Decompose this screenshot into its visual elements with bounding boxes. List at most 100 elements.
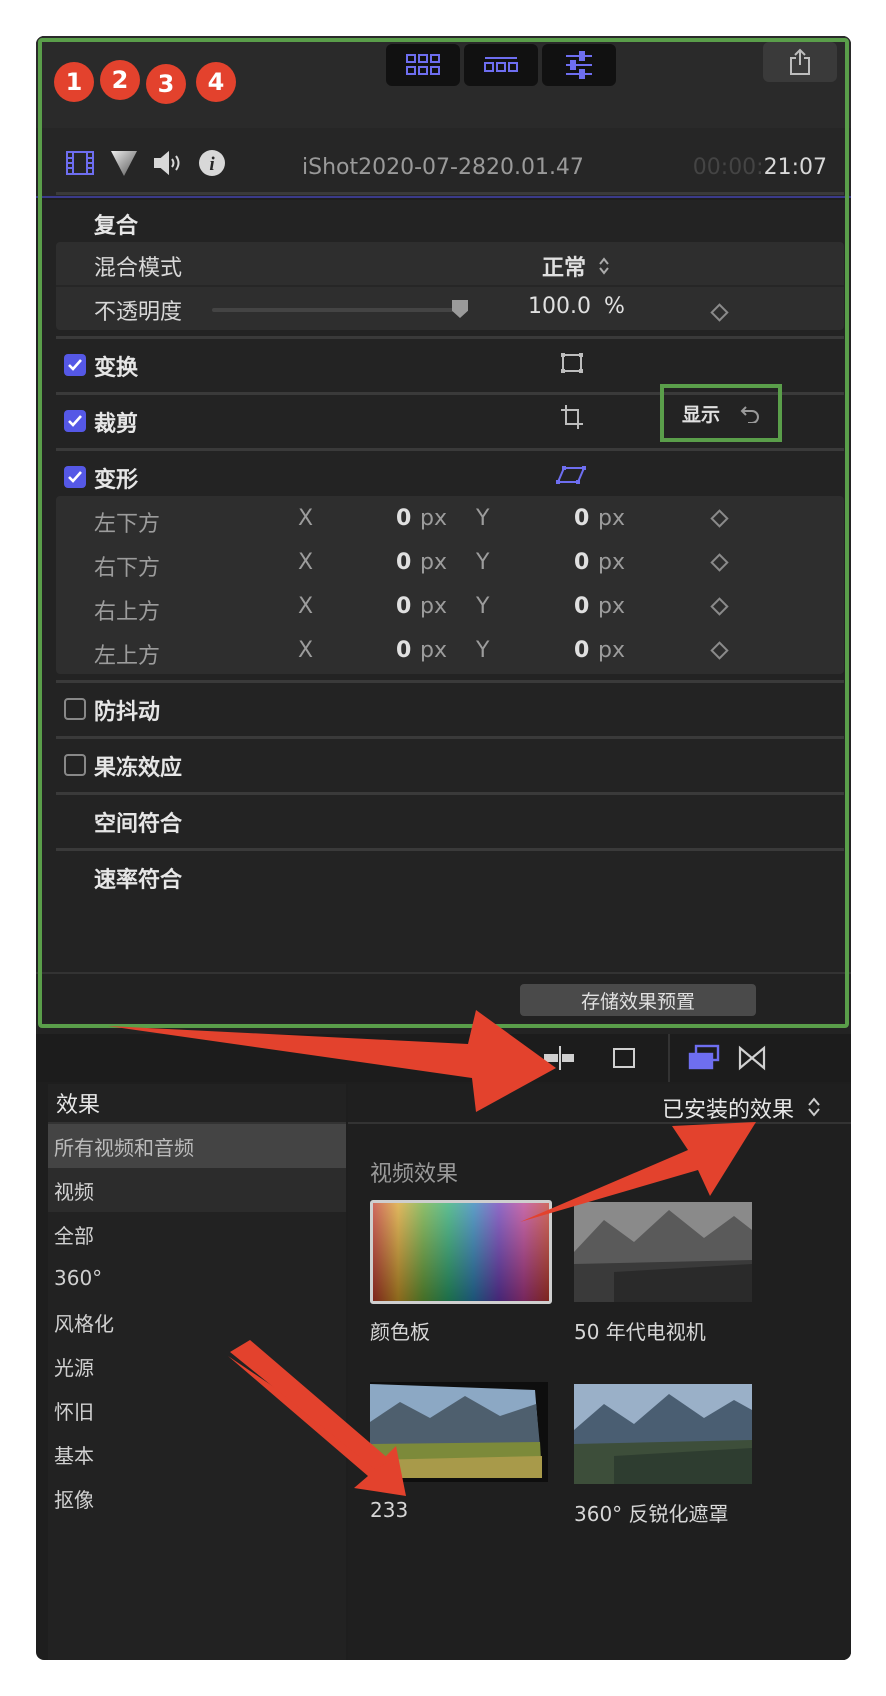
spatial-conform-label[interactable]: 空间符合 xyxy=(94,806,182,838)
sidebar-item-360[interactable]: 360° xyxy=(48,1256,346,1300)
effects-sidebar-title: 效果 xyxy=(48,1084,346,1124)
stabilization-checkbox[interactable] xyxy=(64,698,86,720)
x-value[interactable]: 0 xyxy=(396,506,411,531)
blend-mode-select[interactable]: 正常 xyxy=(542,250,610,282)
reset-icon[interactable] xyxy=(740,403,760,423)
annotation-badge: 3 xyxy=(146,64,186,104)
installed-effects-select[interactable]: 已安装的效果 xyxy=(662,1092,821,1124)
chevron-updown-icon xyxy=(808,1097,820,1117)
solo-button[interactable] xyxy=(494,1044,526,1072)
y-axis-label: Y xyxy=(476,638,490,663)
photos-icon xyxy=(613,1048,635,1068)
photos-browser-button[interactable] xyxy=(608,1044,640,1072)
transform-label[interactable]: 变换 xyxy=(94,350,138,382)
annotation-badge: 4 xyxy=(196,62,236,102)
blend-mode-value: 正常 xyxy=(542,256,587,281)
transform-checkbox[interactable] xyxy=(64,354,86,376)
tab-video-inspector[interactable] xyxy=(64,148,96,178)
y-value[interactable]: 0 xyxy=(574,550,589,575)
rate-conform-label[interactable]: 速率符合 xyxy=(94,862,182,894)
transitions-browser-button[interactable] xyxy=(736,1044,768,1072)
sidebar-item-stylize[interactable]: 风格化 xyxy=(48,1300,346,1344)
opacity-slider[interactable] xyxy=(212,308,462,312)
info-inspector-icon: i xyxy=(199,150,225,176)
distort-panel: 左下方 X 0 px Y 0 px 右下方 X 0 px Y 0 px 右上方 … xyxy=(56,496,844,674)
video-inspector-panel: 复合 混合模式 正常 不透明度 100.0 % 变换 裁剪 变形 左下方 X 0… xyxy=(36,192,851,1058)
transform-onscreen-icon[interactable] xyxy=(560,352,584,374)
keyframe-diamond-icon[interactable] xyxy=(710,641,729,660)
effect-thumb-233[interactable] xyxy=(370,1382,548,1482)
sidebar-item-all[interactable]: 全部 xyxy=(48,1212,346,1256)
y-value[interactable]: 0 xyxy=(574,506,589,531)
effect-thumb-color-board[interactable] xyxy=(370,1200,552,1304)
x-value[interactable]: 0 xyxy=(396,550,411,575)
sidebar-item-basics[interactable]: 基本 xyxy=(48,1432,346,1476)
skimming-button[interactable] xyxy=(394,1044,426,1072)
keyframe-diamond-icon[interactable] xyxy=(710,553,729,572)
share-icon xyxy=(790,48,810,75)
save-effects-preset-button[interactable]: 存储效果预置 xyxy=(520,984,756,1016)
inspector-footer: 存储效果预置 xyxy=(36,972,851,1022)
tab-color-inspector[interactable] xyxy=(108,148,140,178)
distort-checkbox[interactable] xyxy=(64,466,86,488)
unit-label: px xyxy=(598,638,625,663)
effect-thumb-360-unsharp-mask[interactable] xyxy=(574,1384,752,1484)
opacity-label: 不透明度 xyxy=(94,300,183,325)
crop-checkbox[interactable] xyxy=(64,410,86,432)
effect-label: 颜色板 xyxy=(370,1320,430,1344)
stabilization-label[interactable]: 防抖动 xyxy=(94,694,160,726)
keyframe-diamond-icon[interactable] xyxy=(710,597,729,616)
keyframe-diamond-icon[interactable] xyxy=(710,509,729,528)
y-value[interactable]: 0 xyxy=(574,594,589,619)
annotation-badge: 2 xyxy=(100,60,140,100)
rolling-shutter-checkbox[interactable] xyxy=(64,754,86,776)
crop-show-label: 显示 xyxy=(682,403,721,426)
inspector-view-icon xyxy=(566,51,592,79)
sidebar-item-light[interactable]: 光源 xyxy=(48,1344,346,1388)
divider xyxy=(56,848,844,851)
tab-audio-inspector[interactable] xyxy=(152,148,184,178)
snapping-button[interactable] xyxy=(542,1044,574,1072)
unit-label: px xyxy=(598,506,625,531)
audio-skimming-button[interactable] xyxy=(446,1044,478,1072)
crop-onscreen-icon[interactable] xyxy=(560,404,584,430)
y-axis-label: Y xyxy=(476,506,490,531)
opacity-slider-thumb[interactable] xyxy=(452,300,468,318)
rolling-shutter-label[interactable]: 果冻效应 xyxy=(94,750,182,782)
unit-label: px xyxy=(420,594,447,619)
opacity-value-field[interactable]: 100.0 % xyxy=(528,294,625,319)
compositing-title[interactable]: 复合 xyxy=(94,208,138,240)
tab-info-inspector[interactable]: i xyxy=(196,148,228,178)
sidebar-item-video[interactable]: 视频 xyxy=(48,1168,346,1212)
opacity-unit: % xyxy=(603,294,625,319)
divider xyxy=(56,336,844,339)
distort-row-label: 左上方 xyxy=(94,644,161,669)
keyframe-diamond-icon[interactable] xyxy=(710,303,729,322)
y-axis-label: Y xyxy=(476,594,490,619)
inspector-view-button[interactable] xyxy=(542,44,616,86)
sidebar-item-nostalgia[interactable]: 怀旧 xyxy=(48,1388,346,1432)
filmstrip-view-button[interactable] xyxy=(464,44,538,86)
skimming-icon xyxy=(396,1047,426,1069)
audio-inspector-icon xyxy=(154,150,180,176)
effect-thumb-50s-tv[interactable] xyxy=(574,1202,752,1302)
x-axis-label: X xyxy=(298,550,314,575)
effects-browser-button[interactable] xyxy=(688,1044,720,1072)
timecode: 00:00:21:07 xyxy=(693,155,827,180)
distort-onscreen-icon[interactable] xyxy=(556,464,586,486)
x-value[interactable]: 0 xyxy=(396,594,411,619)
divider xyxy=(668,1034,670,1082)
distort-row-label: 右上方 xyxy=(94,600,161,625)
effect-label: 233 xyxy=(370,1498,409,1522)
sidebar-item-keying[interactable]: 抠像 xyxy=(48,1476,346,1520)
crop-label[interactable]: 裁剪 xyxy=(94,406,138,438)
grid-view-button[interactable] xyxy=(386,44,460,86)
x-value[interactable]: 0 xyxy=(396,638,411,663)
sidebar-item-all-video-audio[interactable]: 所有视频和音频 xyxy=(48,1124,346,1168)
y-value[interactable]: 0 xyxy=(574,638,589,663)
unit-label: px xyxy=(420,550,447,575)
distort-label[interactable]: 变形 xyxy=(94,462,138,494)
checkmark-icon xyxy=(68,471,82,483)
crop-show-button[interactable]: 显示 xyxy=(660,384,782,442)
share-button[interactable] xyxy=(763,42,837,82)
